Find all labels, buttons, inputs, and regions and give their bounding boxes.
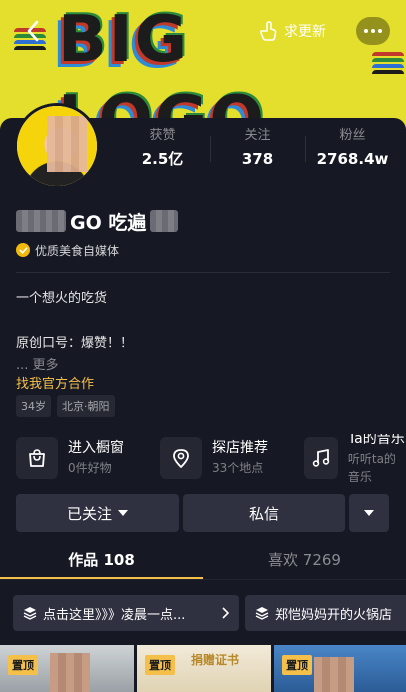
- pinned-badge: 置顶: [8, 655, 38, 675]
- tag-location[interactable]: 北京·朝阳: [57, 395, 115, 417]
- tab-likes[interactable]: 喜欢 7269: [203, 549, 406, 577]
- stat-value: 2.5亿: [141, 150, 184, 168]
- stat-value: 2768.4w: [316, 150, 389, 168]
- stat-following[interactable]: 关注 378: [210, 128, 305, 170]
- collection-label: 点击这里》》》凌晨一点...: [43, 607, 186, 623]
- chevron-right-icon: [222, 607, 229, 619]
- followed-button[interactable]: 已关注: [16, 494, 179, 532]
- tab-works[interactable]: 作品 108: [0, 549, 203, 577]
- thumbnail-caption: 捐赠证书: [191, 653, 240, 667]
- recommend-dropdown-button[interactable]: [349, 494, 389, 532]
- tag-age: 34岁: [16, 395, 51, 417]
- avatar-mosaic: [47, 116, 87, 172]
- caret-down-icon: [364, 510, 374, 516]
- divider: [0, 579, 406, 580]
- more-options-button[interactable]: [356, 17, 390, 45]
- feature-shop-window[interactable]: 进入橱窗 0件好物: [16, 434, 124, 482]
- thumbnail-mosaic: [314, 657, 354, 692]
- feature-music[interactable]: Ta的音乐 听听ta的音乐: [304, 434, 406, 482]
- stat-likes[interactable]: 获赞 2.5亿: [115, 128, 210, 170]
- profile-name: GO 吃遍: [70, 211, 147, 234]
- feature-subtitle: 0件好物: [68, 461, 112, 475]
- cooperation-link[interactable]: 找我官方合作: [16, 373, 94, 392]
- request-update-button[interactable]: 求更新: [258, 17, 326, 45]
- feature-title: 探店推荐: [212, 440, 268, 456]
- stat-label: 粉丝: [339, 128, 366, 143]
- layers-icon: [255, 607, 269, 620]
- banner-stripes-decoration: [372, 52, 404, 76]
- shopping-bag-icon: [16, 437, 58, 479]
- feature-subtitle: 听听ta的音乐: [347, 452, 396, 482]
- stat-value: 378: [241, 150, 274, 168]
- chevron-left-icon: [27, 20, 39, 42]
- collection-label: 郑恺妈妈开的火锅店: [275, 607, 393, 623]
- followed-label: 已关注: [66, 504, 112, 523]
- verified-check-icon: [16, 243, 30, 257]
- profile-name-row: GO 吃遍: [16, 206, 182, 236]
- pinned-badge: 置顶: [145, 655, 175, 675]
- feature-subtitle: 33个地点: [212, 461, 264, 475]
- video-thumbnail[interactable]: 置顶: [274, 645, 406, 692]
- hand-pointer-icon: [260, 21, 277, 41]
- collection-chip[interactable]: 郑恺妈妈开的火锅店: [245, 595, 406, 631]
- bio-more-link[interactable]: ... 更多: [16, 354, 59, 373]
- profile-tags: 34岁 北京·朝阳: [16, 395, 115, 417]
- verification-row[interactable]: 优质美食自媒体: [16, 240, 119, 260]
- name-mosaic: [16, 210, 66, 232]
- music-note-icon: [304, 437, 338, 479]
- banner-logo: BIG LOGO: [58, 3, 266, 130]
- avatar[interactable]: [14, 103, 100, 189]
- bio-line: 原创口号：爆赞！！: [16, 336, 134, 351]
- ellipsis-icon: [364, 29, 368, 33]
- feature-store-recommend[interactable]: 探店推荐 33个地点: [160, 434, 268, 482]
- stat-label: 关注: [244, 128, 271, 143]
- video-thumbnail[interactable]: 置顶: [0, 645, 134, 692]
- bio-line: 一个想火的吃货: [16, 291, 108, 306]
- verification-label: 优质美食自媒体: [35, 243, 120, 258]
- back-button[interactable]: [18, 16, 48, 46]
- collection-chip[interactable]: 点击这里》》》凌晨一点...: [13, 595, 239, 631]
- message-label: 私信: [248, 504, 279, 523]
- profile-stats: 获赞 2.5亿 关注 378 粉丝 2768.4w: [115, 128, 400, 170]
- message-button[interactable]: 私信: [183, 494, 345, 532]
- name-mosaic: [150, 210, 179, 232]
- stat-followers[interactable]: 粉丝 2768.4w: [305, 128, 400, 170]
- pinned-badge: 置顶: [282, 655, 312, 675]
- location-pin-icon: [160, 437, 202, 479]
- video-thumbnail[interactable]: 捐赠证书 置顶: [137, 645, 271, 692]
- thumbnail-mosaic: [50, 653, 90, 692]
- caret-down-icon: [118, 510, 128, 516]
- feature-title: Ta的音乐: [347, 434, 405, 447]
- feature-title: 进入橱窗: [68, 440, 124, 456]
- request-update-label: 求更新: [284, 24, 326, 40]
- divider: [16, 272, 390, 273]
- stat-label: 获赞: [149, 128, 176, 143]
- layers-icon: [23, 607, 37, 620]
